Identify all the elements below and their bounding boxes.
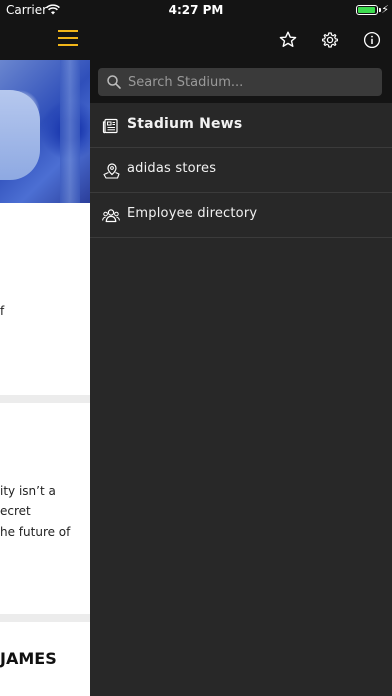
charging-icon: ⚡ bbox=[381, 3, 389, 16]
search-input[interactable] bbox=[128, 71, 374, 93]
menu-item-label: adidas stores bbox=[127, 161, 217, 176]
content-divider bbox=[0, 395, 90, 403]
hamburger-menu-icon[interactable] bbox=[58, 30, 78, 46]
content-text-fragment: he future of bbox=[0, 525, 71, 539]
search-bar[interactable] bbox=[98, 68, 382, 96]
info-icon[interactable] bbox=[362, 30, 382, 50]
drawer-menu-list: Stadium News adidas stores Employee dire… bbox=[90, 103, 392, 238]
menu-item-label: Stadium News bbox=[127, 116, 243, 132]
content-divider bbox=[0, 614, 90, 622]
content-text-fragment: ecret bbox=[0, 504, 31, 518]
hero-image[interactable] bbox=[0, 60, 90, 203]
side-drawer: Stadium News adidas stores Employee dire… bbox=[90, 0, 392, 696]
status-bar: Carrier 4:27 PM ⚡ bbox=[0, 0, 392, 20]
map-pin-icon bbox=[103, 163, 120, 179]
menu-item-adidas-stores[interactable]: adidas stores bbox=[90, 148, 392, 193]
gear-icon[interactable] bbox=[320, 30, 340, 50]
people-icon bbox=[102, 209, 120, 223]
status-time: 4:27 PM bbox=[168, 3, 224, 17]
content-text-fragment: ity isn’t a bbox=[0, 484, 56, 498]
content-heading-fragment: JAMES bbox=[0, 649, 57, 668]
menu-item-employee-directory[interactable]: Employee directory bbox=[90, 193, 392, 238]
battery-icon bbox=[356, 5, 381, 15]
menu-item-label: Employee directory bbox=[127, 206, 258, 221]
background-content[interactable]: f ity isn’t a ecret he future of JAMES bbox=[0, 0, 90, 696]
star-icon[interactable] bbox=[278, 30, 298, 50]
menu-item-stadium-news[interactable]: Stadium News bbox=[90, 103, 392, 148]
battery-fill bbox=[358, 7, 375, 13]
search-icon bbox=[107, 75, 121, 89]
content-text-fragment: f bbox=[0, 304, 5, 318]
newspaper-icon bbox=[102, 118, 118, 134]
